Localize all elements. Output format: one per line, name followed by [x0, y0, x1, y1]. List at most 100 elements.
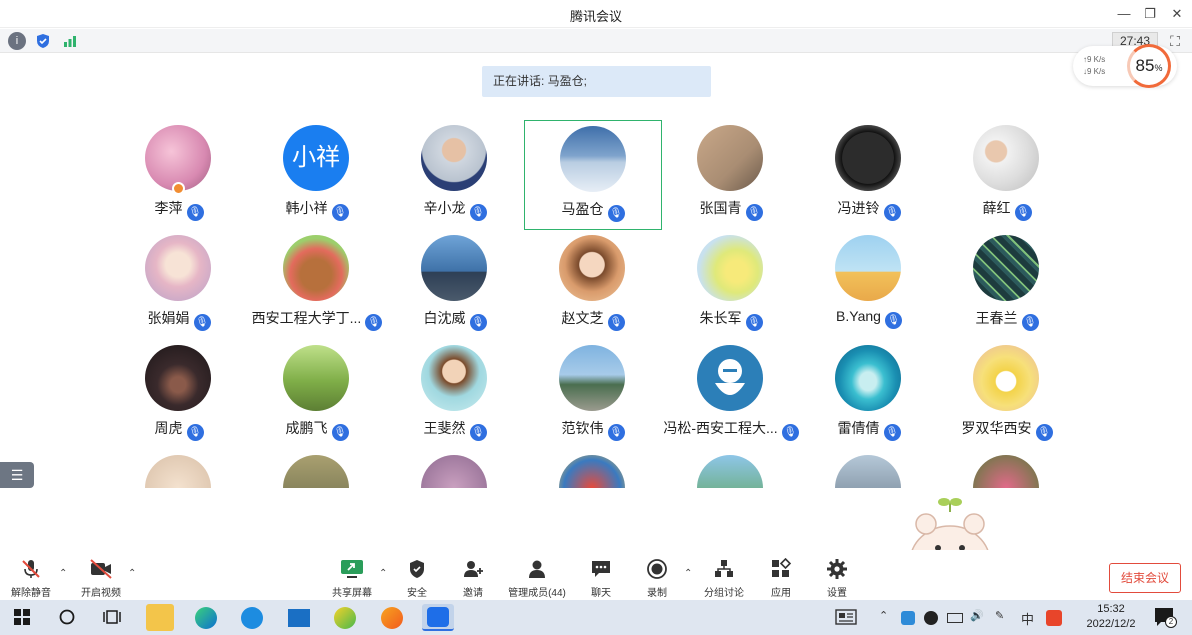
start-video-button[interactable]: 开启视频: [76, 558, 126, 599]
qq-icon[interactable]: [924, 611, 938, 625]
taskbar-clock[interactable]: 15:32 2022/12/2: [1078, 602, 1144, 632]
battery-icon[interactable]: [947, 613, 963, 623]
participant-tile[interactable]: B.Yang 🎙: [800, 230, 938, 340]
participant-name: 冯进铃: [837, 200, 880, 216]
mic-icon: 🎙: [469, 424, 487, 441]
end-meeting-button[interactable]: 结束会议: [1109, 563, 1181, 593]
chat-icon: [589, 558, 613, 580]
participant-tile[interactable]: [662, 450, 800, 488]
avatar: [697, 125, 763, 191]
chat-button[interactable]: 聊天: [586, 558, 616, 599]
security-button[interactable]: 安全: [402, 558, 432, 599]
participant-tile[interactable]: 张国青 🎙: [662, 120, 800, 230]
avatar: [973, 345, 1039, 411]
unmute-label: 解除静音: [11, 588, 51, 599]
file-explorer-icon[interactable]: [146, 604, 174, 631]
participant-tile[interactable]: [800, 450, 938, 488]
participant-name: 雷倩倩: [837, 420, 880, 436]
participant-name: 李萍: [154, 200, 183, 216]
participant-tile[interactable]: 薛红 🎙: [938, 120, 1076, 230]
participant-tile[interactable]: [110, 450, 248, 488]
participant-name: B.Yang: [836, 308, 881, 324]
participant-tile[interactable]: 范钦伟 🎙: [524, 340, 662, 450]
participant-tile[interactable]: 冯进铃 🎙: [800, 120, 938, 230]
avatar: [421, 345, 487, 411]
participant-tile-active-speaker[interactable]: 马盈仓 🎙: [524, 120, 662, 230]
mic-icon: 🎙: [607, 205, 625, 222]
participant-tile[interactable]: 周虎 🎙: [110, 340, 248, 450]
mic-icon: 🎙: [884, 312, 902, 329]
mail-icon[interactable]: [285, 604, 313, 631]
volume-icon[interactable]: 🔊: [970, 609, 984, 622]
participant-tile[interactable]: 罗双华西安 🎙: [938, 340, 1076, 450]
mic-icon: 🎙: [745, 314, 763, 331]
participant-tile[interactable]: 张娟娟 🎙: [110, 230, 248, 340]
participant-tile[interactable]: 赵文芝 🎙: [524, 230, 662, 340]
participant-tile[interactable]: [386, 450, 524, 488]
avatar: [283, 455, 349, 488]
breakout-rooms-button[interactable]: 分组讨论: [702, 558, 746, 599]
participant-tile[interactable]: [938, 450, 1076, 488]
security-label: 安全: [407, 588, 427, 599]
mic-muted-icon: [19, 558, 43, 580]
share-screen-button[interactable]: 共享屏幕: [328, 558, 376, 599]
mic-icon: 🎙: [883, 204, 901, 221]
news-widget-icon[interactable]: [835, 609, 857, 628]
clock-time: 15:32: [1097, 603, 1125, 615]
participant-tile[interactable]: 辛小龙 🎙: [386, 120, 524, 230]
mic-icon: 🎙: [607, 314, 625, 331]
participant-name: 范钦伟: [561, 420, 604, 436]
ime-indicator[interactable]: 中: [1021, 609, 1034, 628]
pen-icon[interactable]: ✎: [995, 609, 1004, 622]
participant-tile[interactable]: 成鹏飞 🎙: [248, 340, 386, 450]
invite-button[interactable]: 邀请: [458, 558, 488, 599]
unmute-button[interactable]: 解除静音: [8, 558, 54, 599]
participant-tile[interactable]: 雷倩倩 🎙: [800, 340, 938, 450]
participant-grid: 李萍 🎙 小祥 韩小祥 🎙 辛小龙 🎙 马盈仓 🎙 张国青 🎙 冯进铃 🎙 薛红 🎙 张娟娟 🎙…: [0, 0, 1192, 488]
mic-icon: 🎙: [331, 204, 349, 221]
participant-tile[interactable]: 西安工程大学丁... 🎙: [248, 230, 386, 340]
member-list-toggle[interactable]: ☰: [0, 462, 34, 488]
windows-start-icon[interactable]: [8, 604, 36, 631]
tencent-meeting-taskbar-icon[interactable]: [422, 604, 454, 631]
tray-app-icon[interactable]: [901, 611, 915, 625]
sogou-ime-icon[interactable]: [1046, 610, 1062, 626]
participant-tile[interactable]: 王春兰 🎙: [938, 230, 1076, 340]
mic-icon: 🎙: [193, 314, 211, 331]
participant-tile[interactable]: 白沈威 🎙: [386, 230, 524, 340]
avatar: [835, 455, 901, 488]
participant-name: 张娟娟: [147, 310, 190, 326]
avatar: [145, 455, 211, 488]
qq-browser-icon[interactable]: [331, 604, 359, 631]
audio-options-caret[interactable]: ⌃: [59, 568, 67, 579]
participant-name: 王春兰: [975, 310, 1018, 326]
record-options-caret[interactable]: ⌃: [684, 568, 692, 579]
apps-button[interactable]: 应用: [766, 557, 796, 599]
participant-tile[interactable]: 小祥 韩小祥 🎙: [248, 120, 386, 230]
participant-tile[interactable]: 王斐然 🎙: [386, 340, 524, 450]
task-view-icon[interactable]: [98, 604, 126, 631]
share-options-caret[interactable]: ⌃: [379, 568, 387, 579]
participant-tile[interactable]: [248, 450, 386, 488]
share-label: 共享屏幕: [332, 588, 372, 599]
avatar: [835, 235, 901, 301]
avatar: [559, 345, 625, 411]
tray-expand-icon[interactable]: ⌃: [879, 609, 888, 622]
search-circle-icon[interactable]: [53, 604, 81, 631]
notification-center-icon[interactable]: 2: [1153, 606, 1177, 628]
participant-tile[interactable]: 朱长军 🎙: [662, 230, 800, 340]
video-options-caret[interactable]: ⌃: [128, 568, 136, 579]
ie-browser-icon[interactable]: [238, 604, 266, 631]
sogou-browser-icon[interactable]: [378, 604, 406, 631]
host-icon: [172, 182, 185, 195]
breakout-icon: [712, 558, 736, 580]
avatar: [421, 235, 487, 301]
settings-button[interactable]: 设置: [822, 558, 852, 599]
participant-tile[interactable]: [524, 450, 662, 488]
record-button[interactable]: 录制: [642, 558, 672, 599]
participant-tile[interactable]: 李萍 🎙: [110, 120, 248, 230]
edge-browser-icon[interactable]: [192, 604, 220, 631]
manage-members-button[interactable]: 管理成员(44): [506, 558, 568, 599]
participant-tile[interactable]: 冯松-西安工程大... 🎙: [662, 340, 800, 450]
avatar: 小祥: [283, 125, 349, 191]
